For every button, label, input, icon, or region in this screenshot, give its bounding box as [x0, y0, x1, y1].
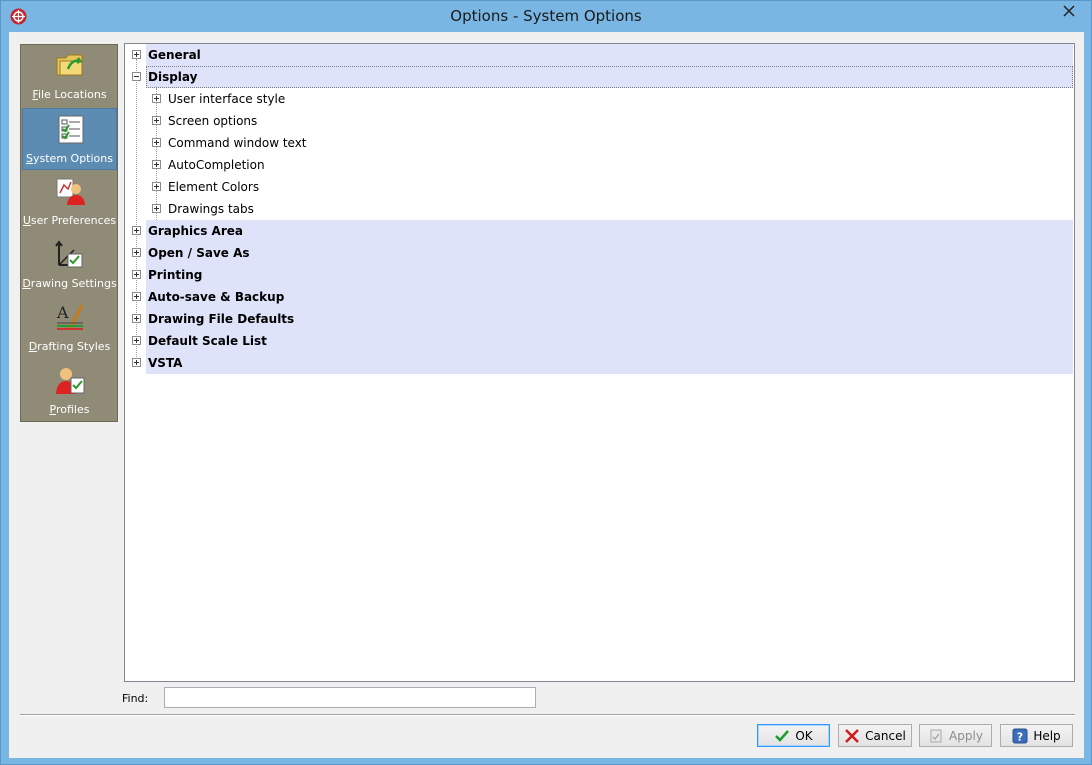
- tree-item-graphics-area[interactable]: Graphics Area: [125, 220, 1074, 242]
- close-button[interactable]: [1054, 1, 1084, 21]
- title-bar[interactable]: Options - System Options: [1, 1, 1091, 32]
- expand-icon[interactable]: [152, 116, 161, 125]
- find-input[interactable]: [164, 687, 536, 708]
- cancel-button[interactable]: Cancel: [838, 724, 912, 747]
- user-preferences-icon: [56, 178, 85, 205]
- options-dialog: Options - System Options File Locations: [0, 0, 1092, 765]
- tree-item-printing[interactable]: Printing: [125, 264, 1074, 286]
- expand-icon[interactable]: [152, 94, 161, 103]
- profiles-icon: [56, 368, 85, 394]
- window-title: Options - System Options: [450, 7, 642, 25]
- tree-item-auto-save-backup[interactable]: Auto-save & Backup: [125, 286, 1074, 308]
- nav-item-system-options[interactable]: System Options: [22, 108, 117, 170]
- collapse-icon[interactable]: [132, 72, 141, 81]
- ok-button[interactable]: OK: [757, 724, 830, 747]
- expand-icon[interactable]: [132, 226, 141, 235]
- nav-item-label: System Options: [26, 152, 113, 165]
- expand-icon[interactable]: [152, 204, 161, 213]
- expand-icon[interactable]: [132, 314, 141, 323]
- tree-item-general[interactable]: General: [125, 44, 1074, 66]
- tree-item-drawing-file-defaults[interactable]: Drawing File Defaults: [125, 308, 1074, 330]
- divider: [20, 714, 1075, 716]
- options-tree[interactable]: General Display User interface style Scr…: [124, 43, 1075, 682]
- tree-subitem[interactable]: Element Colors: [125, 176, 1074, 198]
- dialog-client-area: File Locations System Options User Prefe…: [9, 32, 1084, 758]
- nav-item-label: User Preferences: [22, 214, 117, 227]
- nav-item-drafting-styles[interactable]: A Drafting Styles: [22, 297, 117, 359]
- tree-subitem[interactable]: Command window text: [125, 132, 1074, 154]
- svg-text:A: A: [56, 303, 69, 322]
- expand-icon[interactable]: [132, 292, 141, 301]
- help-button[interactable]: ? Help: [1000, 724, 1073, 747]
- tree-item-open-save-as[interactable]: Open / Save As: [125, 242, 1074, 264]
- nav-item-drawing-settings[interactable]: Drawing Settings: [22, 234, 117, 296]
- drafting-styles-icon: A: [56, 303, 84, 330]
- help-button-label: Help: [1033, 728, 1061, 743]
- nav-item-label: Profiles: [49, 403, 90, 416]
- tree-subitem[interactable]: User interface style: [125, 88, 1074, 110]
- checkmark-icon: [775, 729, 790, 742]
- tree-subitem[interactable]: Screen options: [125, 110, 1074, 132]
- expand-icon[interactable]: [152, 182, 161, 191]
- ok-button-label: OK: [795, 728, 813, 743]
- expand-icon[interactable]: [132, 358, 141, 367]
- nav-item-label: Drafting Styles: [28, 340, 111, 353]
- close-icon: [1063, 5, 1075, 17]
- tree-item-default-scale-list[interactable]: Default Scale List: [125, 330, 1074, 352]
- apply-document-icon: [930, 729, 942, 742]
- folder-icon: [56, 54, 83, 76]
- tree-subitem[interactable]: AutoCompletion: [125, 154, 1074, 176]
- expand-icon[interactable]: [132, 248, 141, 257]
- expand-icon[interactable]: [152, 160, 161, 169]
- drawing-settings-icon: [55, 240, 83, 268]
- tree-item-vsta[interactable]: VSTA: [125, 352, 1074, 374]
- apply-button-label: Apply: [949, 728, 983, 743]
- find-label: Find:: [122, 692, 149, 705]
- apply-button[interactable]: Apply: [919, 724, 992, 747]
- expand-icon[interactable]: [132, 336, 141, 345]
- help-icon: ?: [1012, 728, 1028, 743]
- nav-item-file-locations[interactable]: File Locations: [22, 45, 117, 107]
- cancel-x-icon: [845, 728, 860, 743]
- options-category-nav: File Locations System Options User Prefe…: [20, 44, 118, 422]
- tree-subitem[interactable]: Drawings tabs: [125, 198, 1074, 220]
- svg-text:?: ?: [1017, 730, 1023, 743]
- nav-item-user-preferences[interactable]: User Preferences: [22, 171, 117, 233]
- nav-item-label: File Locations: [32, 88, 107, 101]
- expand-icon[interactable]: [152, 138, 161, 147]
- nav-item-label: Drawing Settings: [22, 277, 117, 290]
- tree-item-display[interactable]: Display: [125, 66, 1074, 88]
- expand-icon[interactable]: [132, 270, 141, 279]
- nav-item-profiles[interactable]: Profiles: [22, 360, 117, 422]
- checklist-icon: [58, 115, 84, 144]
- expand-icon[interactable]: [132, 50, 141, 59]
- cancel-button-label: Cancel: [865, 728, 906, 743]
